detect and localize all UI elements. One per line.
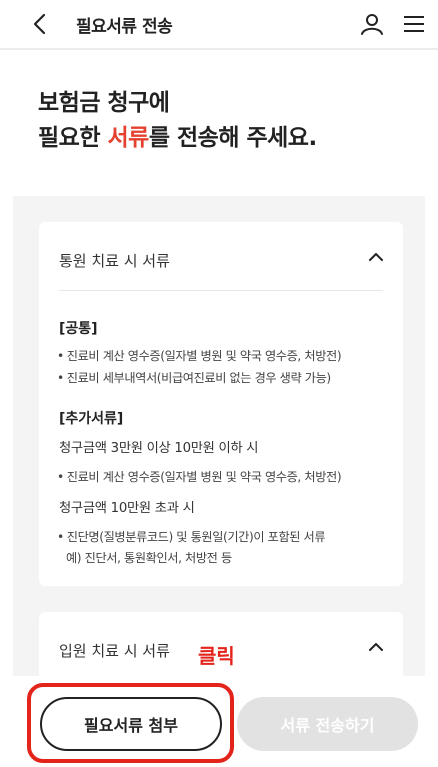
page-headline: 보험금 청구에 필요한 서류를 전송해 주세요. bbox=[38, 86, 317, 156]
click-annotation-label: 클릭 bbox=[198, 644, 235, 668]
outpatient-card-title[interactable]: 통원 치료 시 서류 bbox=[59, 250, 170, 271]
headline-suffix: 를 전송해 주세요. bbox=[148, 125, 317, 151]
chevron-up-icon[interactable] bbox=[367, 248, 385, 266]
card-divider bbox=[59, 290, 383, 291]
chevron-up-icon[interactable] bbox=[367, 638, 385, 656]
attach-documents-button[interactable]: 필요서류 첨부 bbox=[40, 697, 222, 751]
headline-accent: 서류 bbox=[107, 125, 150, 151]
list-item-continued: 예) 진단서, 통원확인서, 처방전 등 bbox=[66, 551, 232, 565]
list-item: 진료비 계산 영수증(일자별 병원 및 약국 영수증, 처방전) bbox=[57, 467, 342, 485]
send-documents-button[interactable]: 서류 전송하기 bbox=[237, 697, 418, 751]
user-icon[interactable] bbox=[359, 11, 385, 37]
headline-prefix: 필요한 bbox=[38, 125, 108, 151]
page-title: 필요서류 전송 bbox=[76, 17, 173, 37]
headline-line-1: 보험금 청구에 bbox=[38, 90, 170, 116]
list-item: 진단명(질병분류코드) 및 통원일(기간)이 포함된 서류 bbox=[57, 527, 326, 545]
list-item: 진료비 계산 영수증(일자별 병원 및 약국 영수증, 처방전) bbox=[57, 346, 342, 364]
common-heading: [공통] bbox=[59, 321, 98, 337]
condition-text: 청구금액 3만원 이상 10만원 이하 시 bbox=[59, 441, 259, 456]
condition-text: 청구금액 10만원 초과 시 bbox=[59, 501, 195, 516]
inpatient-card-title[interactable]: 입원 치료 시 서류 bbox=[59, 640, 170, 661]
app-header: 필요서류 전송 bbox=[0, 0, 438, 50]
document-list-area: 통원 치료 시 서류 [공통] 진료비 계산 영수증(일자별 병원 및 약국 영… bbox=[13, 196, 425, 676]
chevron-left-icon[interactable] bbox=[28, 11, 54, 37]
list-item: 진료비 세부내역서(비급여진료비 없는 경우 생략 가능) bbox=[57, 368, 331, 386]
outpatient-document-card: 통원 치료 시 서류 [공통] 진료비 계산 영수증(일자별 병원 및 약국 영… bbox=[39, 222, 403, 586]
headline-line-2: 필요한 서류를 전송해 주세요. bbox=[38, 121, 317, 156]
hamburger-menu-icon[interactable] bbox=[401, 11, 427, 37]
additional-heading: [추가서류] bbox=[59, 411, 124, 427]
